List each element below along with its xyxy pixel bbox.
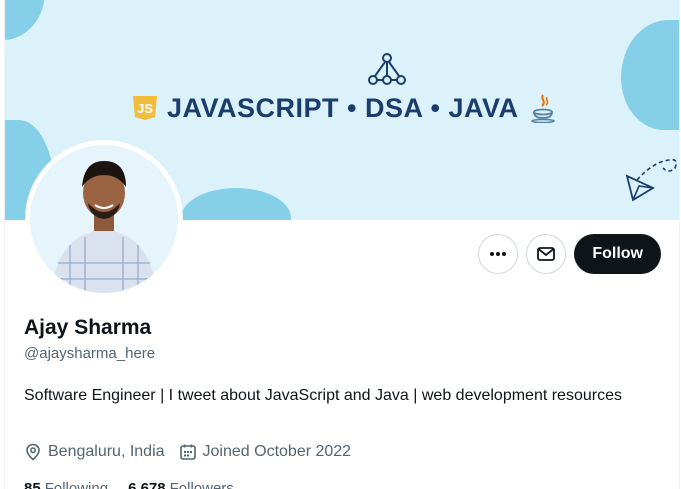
follow-stats: 85 Following 6,678 Followers [24,480,234,489]
profile-actions: Follow [478,234,661,274]
followers-link[interactable]: 6,678 Followers [128,480,234,489]
profile-name: Ajay Sharma [24,316,152,339]
profile-page: JS JAVASCRIPT • DSA • JAVA Follow Ajay S… [4,0,680,489]
profile-bio: Software Engineer | I tweet about JavaSc… [24,387,622,404]
joined-text: Joined October 2022 [202,443,352,460]
following-count: 85 [24,480,41,489]
java-cup-icon [531,94,556,123]
network-graph-icon [368,53,406,85]
profile-handle: @ajaysharma_here [24,345,156,362]
banner-blob-top-right [621,20,679,130]
followers-label: Followers [169,480,234,489]
avatar[interactable] [30,145,178,293]
more-options-button[interactable] [478,234,519,274]
calendar-icon [179,444,196,460]
location-pin-icon [26,443,40,461]
joined-item: Joined October 2022 [179,443,352,461]
profile-photo-image [30,145,178,293]
following-link[interactable]: 85 Following [24,480,108,489]
banner-title: JS JAVASCRIPT • DSA • JAVA [133,92,558,124]
banner-title-text: JAVASCRIPT • DSA • JAVA [167,92,519,123]
avatar-container[interactable] [25,140,183,298]
followers-count: 6,678 [128,480,166,489]
mail-icon [537,247,556,261]
location-text: Bengaluru, India [48,443,165,460]
banner-blob-top-left [5,0,45,40]
follow-button[interactable]: Follow [574,234,661,274]
js-logo-icon: JS [133,96,157,120]
more-dots-icon [490,252,507,256]
following-label: Following [44,480,109,489]
banner-blob-bottom-center [181,188,291,220]
profile-meta: Bengaluru, India Joined October 2022 [24,443,351,461]
location-item: Bengaluru, India [24,443,165,461]
message-button[interactable] [526,234,567,274]
paper-plane-icon [625,158,677,202]
